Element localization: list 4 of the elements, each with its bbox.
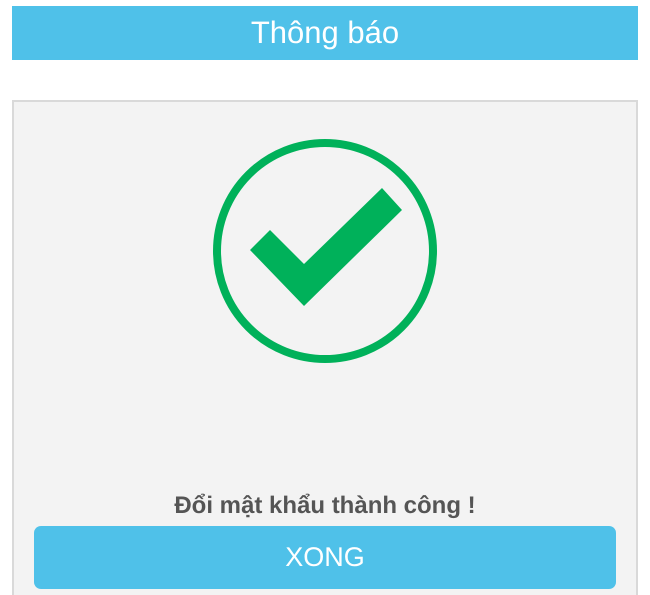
title: Thông báo [250,15,400,51]
check-circle-icon [212,138,438,364]
success-message: Đổi mật khẩu thành công ! [174,492,476,520]
done-button[interactable]: XONG [34,526,616,589]
